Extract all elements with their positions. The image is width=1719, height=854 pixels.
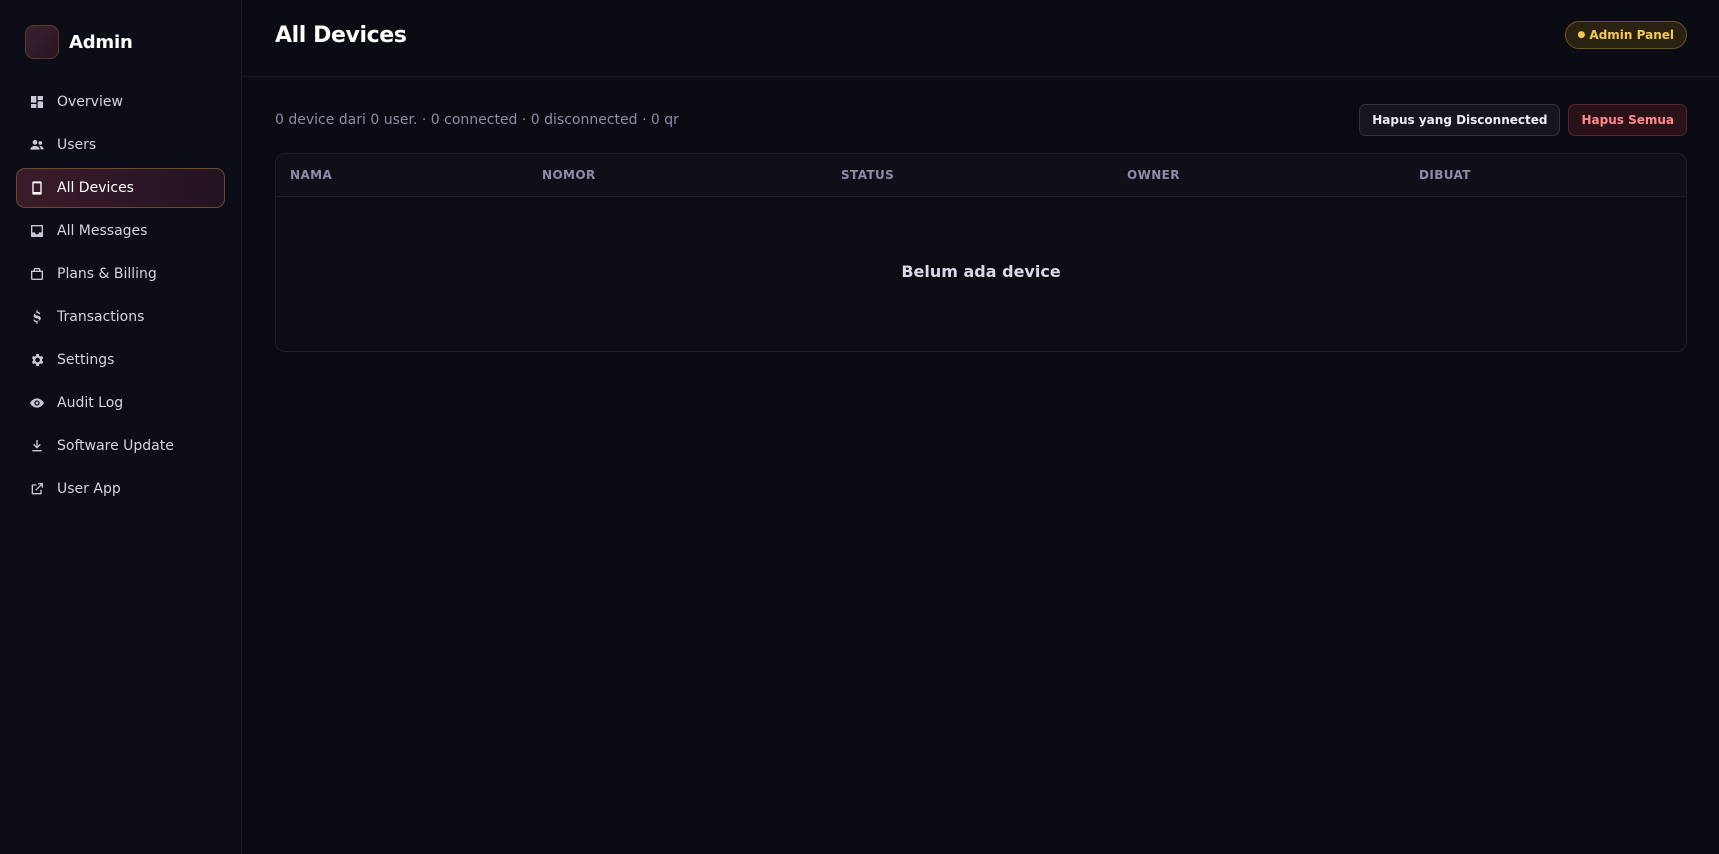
column-header-nama[interactable]: NAMA — [290, 168, 542, 182]
admin-app: Admin Overview Users All Devices All Mes… — [0, 0, 1719, 854]
badge-label: Admin Panel — [1589, 28, 1674, 42]
sidebar-item-label: Overview — [57, 94, 123, 110]
delete-disconnected-button[interactable]: Hapus yang Disconnected — [1359, 104, 1561, 136]
sidebar-item-label: Audit Log — [57, 395, 124, 411]
table-empty-state: Belum ada device — [901, 261, 1061, 281]
sidebar-item-label: All Devices — [57, 180, 134, 196]
sidebar-item-label: Plans & Billing — [57, 266, 157, 282]
brand-name: Admin — [69, 31, 133, 53]
sidebar-item-label: Settings — [57, 352, 115, 368]
sidebar-item-user-app[interactable]: User App — [16, 469, 225, 509]
delete-all-button[interactable]: Hapus Semua — [1568, 104, 1687, 136]
table-header-row: NAMA NOMOR STATUS OWNER DIBUAT — [276, 154, 1686, 197]
toolbar-actions: Hapus yang Disconnected Hapus Semua — [1359, 104, 1687, 136]
column-header-status[interactable]: STATUS — [841, 168, 1127, 182]
sidebar-item-plans-billing[interactable]: Plans & Billing — [16, 254, 225, 294]
sidebar-item-overview[interactable]: Overview — [16, 82, 225, 122]
sidebar-item-software-update[interactable]: Software Update — [16, 426, 225, 466]
devices-toolbar: 0 device dari 0 user. · 0 connected · 0 … — [242, 104, 1719, 136]
sidebar-item-label: Software Update — [57, 438, 174, 454]
inbox-icon — [29, 223, 45, 239]
sidebar-nav: Overview Users All Devices All Messages — [16, 82, 225, 509]
badge-dot-icon: ● — [1577, 30, 1586, 40]
page-header: All Devices ● Admin Panel — [242, 0, 1719, 77]
page-title: All Devices — [275, 22, 407, 48]
sidebar-item-label: Users — [57, 137, 97, 153]
sidebar-item-label: All Messages — [57, 223, 148, 239]
briefcase-icon — [29, 266, 45, 282]
users-icon — [29, 137, 45, 153]
column-header-owner[interactable]: OWNER — [1127, 168, 1419, 182]
sidebar-item-transactions[interactable]: Transactions — [16, 297, 225, 337]
column-header-nomor[interactable]: NOMOR — [542, 168, 841, 182]
sidebar-item-all-messages[interactable]: All Messages — [16, 211, 225, 251]
sidebar-item-all-devices[interactable]: All Devices — [16, 168, 225, 208]
dollar-icon — [29, 309, 45, 325]
external-link-icon — [29, 481, 45, 497]
devices-table: NAMA NOMOR STATUS OWNER DIBUAT Belum ada… — [275, 153, 1687, 352]
brand-logo — [25, 25, 59, 59]
main-content: All Devices ● Admin Panel 0 device dari … — [242, 0, 1719, 854]
dashboard-icon — [29, 94, 45, 110]
sidebar-item-label: User App — [57, 481, 121, 497]
download-icon — [29, 438, 45, 454]
phone-icon — [29, 180, 45, 196]
sidebar-item-users[interactable]: Users — [16, 125, 225, 165]
devices-summary: 0 device dari 0 user. · 0 connected · 0 … — [275, 112, 679, 128]
sidebar-item-audit-log[interactable]: Audit Log — [16, 383, 225, 423]
column-header-dibuat[interactable]: DIBUAT — [1419, 168, 1619, 182]
brand[interactable]: Admin — [16, 24, 225, 60]
admin-panel-badge: ● Admin Panel — [1564, 21, 1687, 49]
sidebar: Admin Overview Users All Devices All Mes… — [0, 0, 242, 854]
eye-icon — [29, 395, 45, 411]
sidebar-item-label: Transactions — [57, 309, 145, 325]
gear-icon — [29, 352, 45, 368]
sidebar-item-settings[interactable]: Settings — [16, 340, 225, 380]
